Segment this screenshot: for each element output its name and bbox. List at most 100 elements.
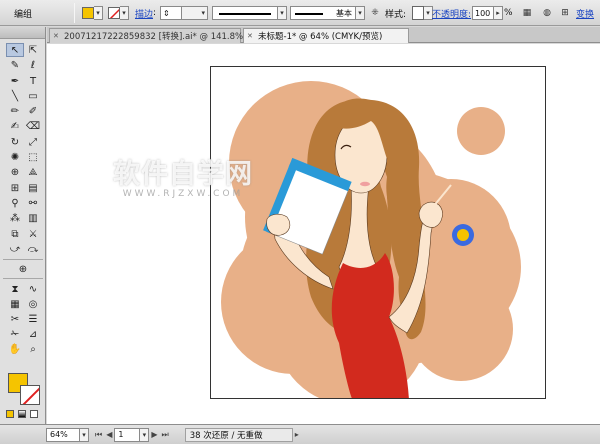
scale-tool[interactable]: ⤢ <box>24 135 42 149</box>
chevron-down-icon[interactable]: ▾ <box>120 6 129 20</box>
status-message[interactable]: 38 次还原 / 无重做 <box>184 427 293 442</box>
artboard-tool[interactable]: ⧉ <box>6 227 24 241</box>
chevron-down-icon[interactable]: ▾ <box>80 427 89 442</box>
chevron-down-icon[interactable]: ▾ <box>140 427 150 442</box>
chevron-down-icon[interactable]: ▾ <box>356 6 365 20</box>
mode-label: 编组 <box>14 9 33 20</box>
artboard-number-field[interactable]: 1 <box>114 427 141 442</box>
illustrator-window: 编组 ▾ ▾ 描边: ⇕ ▾ ▾ 基本 ▾ ⁜ 样式: ▾ 不透明度: 100 … <box>0 0 600 444</box>
eyedropper-tool[interactable]: ⚲ <box>6 196 24 210</box>
status-menu-icon[interactable]: ▸ <box>295 430 299 439</box>
style-options-button[interactable]: ⁜ <box>368 4 382 22</box>
wave-tool[interactable]: ∿ <box>24 282 42 296</box>
color-mode-button[interactable] <box>6 410 14 418</box>
grid-icon[interactable]: ▦ <box>520 6 534 20</box>
align-icon[interactable]: ⊞ <box>558 6 572 20</box>
style-label: 样式: <box>385 9 407 20</box>
artboard[interactable] <box>210 66 546 399</box>
document-tabs: ✕ 20071217222859832 [转换].ai* @ 141.8% (C… <box>47 27 600 43</box>
chevron-right-icon[interactable]: ▸ <box>494 6 503 20</box>
canvas[interactable]: 软件自学网 WWW.RJZXW.COM <box>47 44 600 424</box>
zoom-tool[interactable]: ⌕ <box>24 342 42 356</box>
transform-link[interactable]: 变换 <box>576 4 594 22</box>
fill-color-control[interactable]: ▾ <box>82 4 103 22</box>
paintbrush-tool[interactable]: ✏ <box>6 104 24 118</box>
chevron-down-icon[interactable]: ▾ <box>182 6 208 20</box>
brush-definition[interactable]: 基本 ▾ <box>290 4 365 22</box>
color-wheel-icon[interactable]: ◍ <box>540 6 554 20</box>
gradient-tool[interactable]: ▤ <box>24 181 42 195</box>
brush-preview[interactable]: 基本 <box>290 6 356 20</box>
close-icon[interactable]: ✕ <box>53 32 59 40</box>
type-tool[interactable]: T <box>24 74 42 88</box>
variable-width-profile[interactable]: ▾ <box>212 4 287 22</box>
stroke-weight-input[interactable]: ⇕ <box>160 6 182 20</box>
mesh-tool[interactable]: ⊞ <box>6 181 24 195</box>
color-curve-tool[interactable]: ⤻ <box>6 242 24 256</box>
ruler-tool[interactable]: ⊿ <box>24 327 42 341</box>
gradient-mode-button[interactable] <box>18 410 26 418</box>
opacity-unit: % <box>504 8 513 18</box>
slice-tool[interactable]: ⚔ <box>24 227 42 241</box>
envelope-tool[interactable]: ⧗ <box>6 282 24 296</box>
rotate-tool[interactable]: ↻ <box>6 135 24 149</box>
tab-document-2[interactable]: ✕ 未标题-1* @ 64% (CMYK/预览) <box>243 28 409 43</box>
column-graph-tool[interactable]: ▥ <box>24 211 42 225</box>
style-swatch[interactable] <box>412 6 424 20</box>
zoom-field[interactable]: 64% <box>46 427 80 442</box>
warp-tool[interactable]: ✺ <box>6 150 24 164</box>
list-tool[interactable]: ☰ <box>24 312 42 326</box>
width-profile-preview[interactable] <box>212 6 278 20</box>
stroke-color-box[interactable] <box>20 385 40 405</box>
stroke-weight-field[interactable]: ⇕ ▾ <box>160 4 208 22</box>
none-mode-button[interactable] <box>30 410 38 418</box>
curve-edit-tool[interactable]: ⤼ <box>24 242 42 256</box>
pencil-tool[interactable]: ✐ <box>24 104 42 118</box>
chevron-down-icon[interactable]: ▾ <box>94 6 103 20</box>
illustration[interactable] <box>211 67 546 399</box>
symbol-sprayer-tool[interactable]: ⁂ <box>6 211 24 225</box>
selection-tool[interactable]: ↖ <box>6 43 24 57</box>
direct-selection-tool[interactable]: ⇱ <box>24 43 42 57</box>
magic-wand-tool[interactable]: ✎ <box>6 58 24 72</box>
line-tool[interactable]: ╲ <box>6 89 24 103</box>
tab-document-1[interactable]: ✕ 20071217222859832 [转换].ai* @ 141.8% (C… <box>49 28 296 43</box>
shape-builder-tool[interactable]: ⊕ <box>6 165 24 179</box>
opacity-link[interactable]: 不透明度: <box>432 4 471 22</box>
status-bar: 64% ▾ ⏮ ◀ 1 ▾ ▶ ⏭ 38 次还原 / 无重做 ▸ <box>0 424 600 444</box>
opacity-field[interactable]: 100 ▸ <box>472 4 503 22</box>
scissors-tool[interactable]: ✂ <box>6 312 24 326</box>
style-swatch-control[interactable]: ▾ <box>412 4 433 22</box>
prev-artboard-icon[interactable]: ◀ <box>106 430 112 439</box>
spiral-tool[interactable]: ◎ <box>24 297 42 311</box>
target-icon[interactable]: ⊕ <box>14 262 32 276</box>
graph-tool[interactable]: ▦ <box>6 297 24 311</box>
last-artboard-icon[interactable]: ⏭ <box>162 430 169 440</box>
hand-tool[interactable]: ✋ <box>6 342 24 356</box>
graphic-style-options-icon[interactable]: ⁜ <box>368 6 382 20</box>
document-setup-button[interactable]: ▦ <box>520 4 534 22</box>
chevron-down-icon[interactable]: ▾ <box>278 6 287 20</box>
no-stroke-swatch[interactable] <box>108 7 120 19</box>
close-icon[interactable]: ✕ <box>247 32 253 40</box>
first-artboard-icon[interactable]: ⏮ <box>95 430 102 440</box>
rectangle-tool[interactable]: ▭ <box>24 89 42 103</box>
next-artboard-icon[interactable]: ▶ <box>151 430 157 439</box>
eraser-tool[interactable]: ⌫ <box>24 119 42 133</box>
opacity-input[interactable]: 100 <box>472 6 494 20</box>
stroke-link[interactable]: 描边: <box>135 4 156 22</box>
knife-tool[interactable]: ✁ <box>6 327 24 341</box>
stroke-color-control[interactable]: ▾ <box>108 4 129 22</box>
blob-brush-tool[interactable]: ✍ <box>6 119 24 133</box>
control-bar: 编组 ▾ ▾ 描边: ⇕ ▾ ▾ 基本 ▾ ⁜ 样式: ▾ 不透明度: 100 … <box>0 0 600 26</box>
perspective-tool[interactable]: ⟁ <box>24 165 42 179</box>
lips <box>360 181 370 187</box>
pen-tool[interactable]: ✒ <box>6 74 24 88</box>
lasso-tool[interactable]: ℓ <box>24 58 42 72</box>
panel-grip[interactable] <box>0 27 45 39</box>
fill-swatch[interactable] <box>82 7 94 19</box>
blend-tool[interactable]: ⚯ <box>24 196 42 210</box>
free-transform-tool[interactable]: ⬚ <box>24 150 42 164</box>
align-button[interactable]: ⊞ <box>558 4 572 22</box>
recolor-button[interactable]: ◍ <box>540 4 554 22</box>
